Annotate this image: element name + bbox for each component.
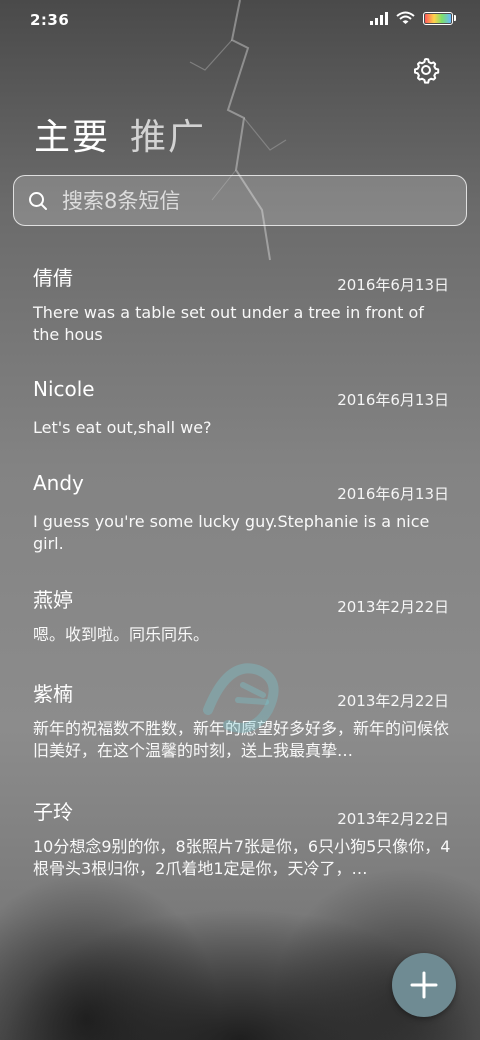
gear-icon[interactable] bbox=[412, 56, 440, 84]
status-bar: 2:36 bbox=[0, 0, 480, 40]
search-bar[interactable] bbox=[13, 175, 467, 226]
contact-name: 倩倩 bbox=[33, 266, 73, 290]
status-icons bbox=[370, 11, 456, 25]
plus-icon bbox=[410, 971, 438, 999]
message-preview: I guess you're some lucky guy.Stephanie … bbox=[33, 512, 430, 553]
message-date: 2013年2月22日 bbox=[337, 598, 449, 616]
message-preview: 10分想念9别的你，8张照片7张是你，6只小狗5只像你，4根骨头3根归你，2爪着… bbox=[33, 837, 451, 878]
battery-nub bbox=[454, 15, 456, 21]
contact-name: 子玲 bbox=[33, 800, 73, 824]
battery-icon bbox=[423, 11, 453, 25]
signal-icon bbox=[370, 11, 388, 25]
message-date: 2016年6月13日 bbox=[337, 276, 449, 294]
message-date: 2013年2月22日 bbox=[337, 692, 449, 710]
contact-name: Andy bbox=[33, 471, 84, 495]
message-preview: There was a table set out under a tree i… bbox=[33, 303, 424, 344]
search-input[interactable] bbox=[60, 187, 444, 214]
message-date: 2013年2月22日 bbox=[337, 810, 449, 828]
wifi-icon bbox=[396, 11, 415, 24]
message-date: 2016年6月13日 bbox=[337, 391, 449, 409]
contact-name: Nicole bbox=[33, 377, 95, 401]
tab-bar: 主要 推广 bbox=[34, 108, 206, 160]
contact-name: 燕婷 bbox=[33, 588, 73, 612]
contact-name: 紫楠 bbox=[33, 682, 73, 706]
message-preview: 新年的祝福数不胜数，新年的愿望好多好多，新年的问候依旧美好，在这个温馨的时刻，送… bbox=[33, 719, 450, 760]
message-preview: 嗯。收到啦。同乐同乐。 bbox=[33, 625, 210, 644]
message-preview: Let's eat out,shall we? bbox=[33, 418, 212, 437]
status-time: 2:36 bbox=[30, 11, 70, 29]
tab-promotions[interactable]: 推广 bbox=[130, 108, 206, 160]
tab-primary[interactable]: 主要 bbox=[34, 108, 110, 160]
compose-button[interactable] bbox=[392, 953, 456, 1017]
message-date: 2016年6月13日 bbox=[337, 485, 449, 503]
search-icon bbox=[29, 191, 47, 210]
